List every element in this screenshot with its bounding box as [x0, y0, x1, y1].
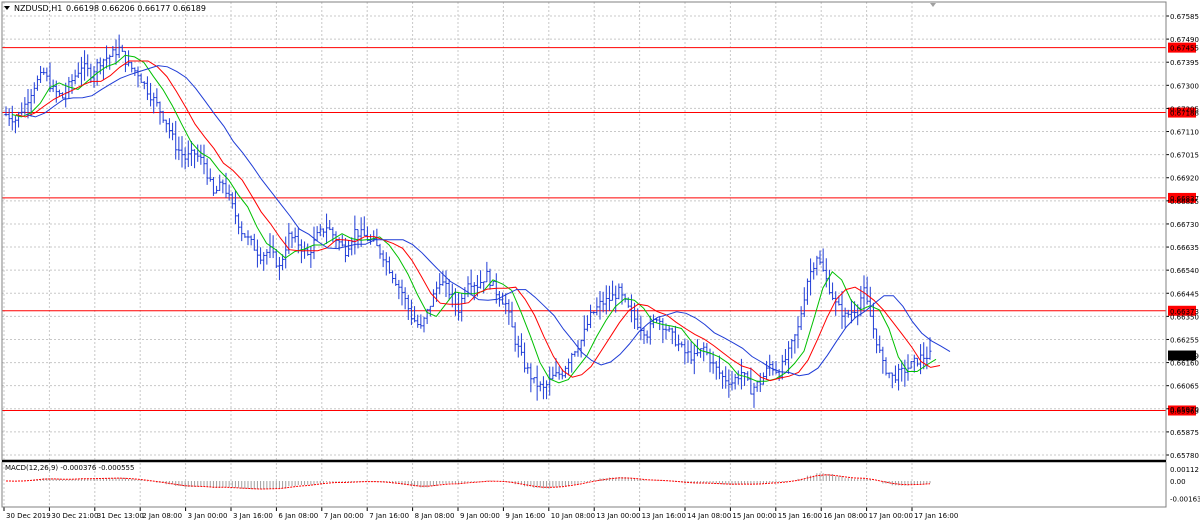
chart-background	[0, 0, 1200, 525]
macd-scale-label: 0.00	[1170, 478, 1186, 486]
macd-label: MACD(12,26,9) -0.000376 -0.000555	[5, 464, 134, 472]
price-scale-label: 0.66635	[1170, 244, 1199, 252]
time-axis-label: 14 Jan 08:00	[687, 512, 731, 520]
price-scale-label: 0.66065	[1170, 383, 1199, 391]
time-axis-label: 8 Jan 08:00	[415, 512, 455, 520]
price-scale-label: 0.67205	[1170, 105, 1199, 113]
time-axis-label: 15 Jan 16:00	[778, 512, 822, 520]
price-scale-label: 0.66920	[1170, 175, 1199, 183]
current-price-label: 0.66189	[1170, 353, 1199, 361]
time-axis-label: 3 Jan 16:00	[233, 512, 273, 520]
time-axis-label: 31 Dec 13:00	[97, 512, 144, 520]
time-axis-label: 6 Jan 08:00	[278, 512, 318, 520]
time-axis-label: 13 Jan 16:00	[642, 512, 686, 520]
price-scale-label: 0.66730	[1170, 221, 1199, 229]
price-scale-label: 0.67490	[1170, 36, 1199, 44]
price-scale-label: 0.66445	[1170, 290, 1199, 298]
price-scale-label: 0.66160	[1170, 360, 1199, 368]
price-chart[interactable]: 0.67455 0.67188 0.66837 0.66373 0.65963 0.00…	[0, 0, 1200, 525]
time-axis-label: 10 Jan 08:00	[551, 512, 595, 520]
price-scale-label: 0.66825	[1170, 198, 1199, 206]
price-scale-label: 0.66255	[1170, 336, 1199, 344]
time-axis-label: 15 Jan 00:00	[732, 512, 776, 520]
time-axis-label: 7 Jan 16:00	[369, 512, 409, 520]
price-scale-label: 0.67395	[1170, 59, 1199, 67]
macd-scale-label: 0.00112	[1170, 466, 1199, 474]
price-scale-label: 0.66540	[1170, 267, 1199, 275]
time-axis-label: 2 Jan 08:00	[142, 512, 182, 520]
time-axis-label: 7 Jan 00:00	[324, 512, 364, 520]
time-axis-label: 30 Dec 21:00	[51, 512, 98, 520]
price-scale-label: 0.65970	[1170, 406, 1199, 414]
price-scale-label: 0.67110	[1170, 129, 1199, 137]
price-scale-label: 0.67300	[1170, 82, 1199, 90]
time-axis-label: 17 Jan 00:00	[869, 512, 913, 520]
chart-canvas[interactable]: 0.674550.671880.668370.663730.65963 0.00…	[0, 0, 1200, 525]
price-scale-label: 0.65780	[1170, 452, 1199, 460]
ohlc-values: 0.66198 0.66206 0.66177 0.66189	[66, 4, 206, 13]
time-axis-label: 13 Jan 00:00	[596, 512, 640, 520]
level-price-label: 0.67455	[1170, 45, 1199, 53]
time-axis-label: 30 Dec 2019	[6, 512, 51, 520]
time-axis-label: 3 Jan 00:00	[188, 512, 228, 520]
time-axis-label: 17 Jan 16:00	[914, 512, 958, 520]
price-scale-label: 0.67015	[1170, 152, 1199, 160]
symbol-timeframe: NZDUSD,H1	[14, 4, 62, 13]
price-scale-label: 0.65875	[1170, 429, 1199, 437]
time-axis-label: 16 Jan 08:00	[823, 512, 867, 520]
time-axis-label: 9 Jan 16:00	[505, 512, 545, 520]
price-scale-label: 0.67585	[1170, 13, 1199, 21]
price-scale-label: 0.66350	[1170, 313, 1199, 321]
macd-scale-label: -0.00163	[1170, 495, 1200, 503]
time-axis-label: 9 Jan 00:00	[460, 512, 500, 520]
